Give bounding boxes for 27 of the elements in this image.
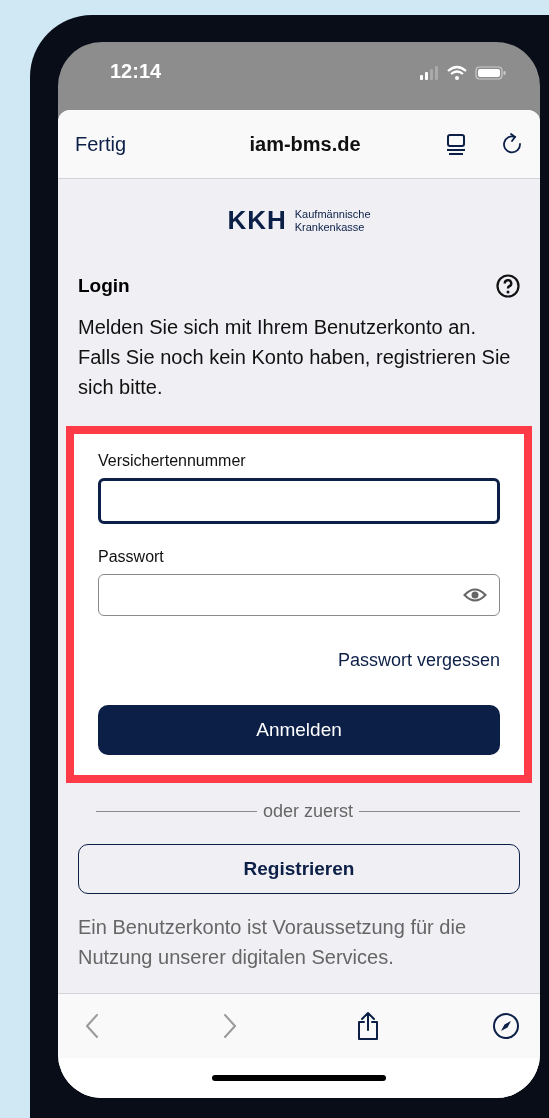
domain-title: iam-bms.de — [248, 132, 362, 156]
logo-mark: KKH — [227, 205, 287, 236]
intro-text: Melden Sie sich mit Ihrem Benutzerkonto an. Falls Sie noch kein Konto haben, registrieren Sie sich bitte. — [78, 315, 512, 400]
compass-button[interactable] — [492, 1012, 520, 1040]
signal-icon — [420, 66, 438, 80]
logo-text: Krankenkasse — [294, 220, 366, 234]
battery-icon — [475, 66, 506, 80]
register-button[interactable]: Registrieren — [78, 844, 520, 894]
logo-text: Kaufmännische — [294, 207, 371, 221]
done-button[interactable]: Fertig — [75, 132, 127, 156]
eye-icon[interactable] — [463, 587, 487, 603]
password-field[interactable] — [98, 574, 500, 616]
share-icon — [356, 1011, 380, 1041]
account-note: Ein Benutzerkonto ist Voraussetzung für die Nutzung unserer digitalen Services. — [78, 915, 467, 970]
field-label: Versichertennummer — [98, 452, 247, 470]
compass-icon — [492, 1012, 520, 1040]
field-label: Passwort — [98, 548, 165, 566]
input-field[interactable] — [98, 478, 500, 524]
login-button[interactable]: Anmelden — [98, 705, 500, 755]
divider-text: oder zuerst — [263, 801, 354, 822]
forgot-password-link[interactable]: Passwort vergessen — [337, 650, 500, 671]
reader-icon[interactable] — [444, 132, 468, 156]
login-title: Login — [78, 275, 130, 297]
status-time: 12:14 — [110, 60, 162, 83]
wifi-icon — [446, 65, 468, 80]
reload-icon[interactable] — [500, 132, 524, 156]
help-icon[interactable] — [496, 274, 520, 298]
